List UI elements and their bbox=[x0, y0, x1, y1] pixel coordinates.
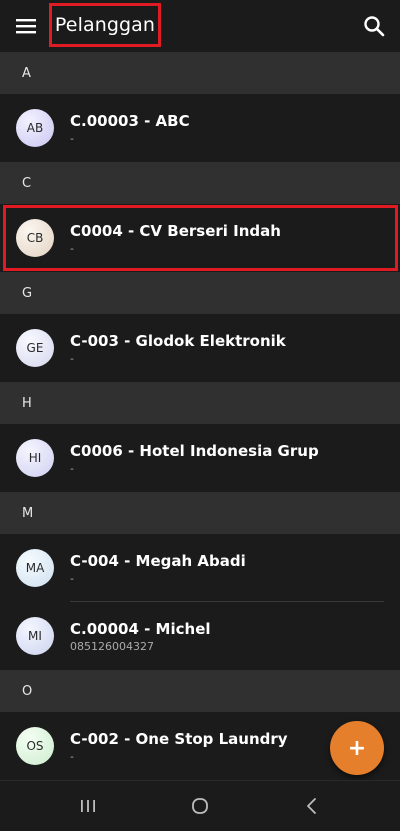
avatar: CB bbox=[16, 219, 54, 257]
hamburger-menu-icon[interactable] bbox=[12, 12, 40, 40]
section-header-o: O bbox=[0, 670, 400, 712]
list-item-text: C0004 - CV Berseri Indah - bbox=[70, 222, 281, 255]
avatar-initials: MI bbox=[28, 629, 42, 643]
list-item-text: C0006 - Hotel Indonesia Grup - bbox=[70, 442, 319, 475]
avatar: AB bbox=[16, 109, 54, 147]
list-item[interactable]: MI C.00004 - Michel 085126004327 bbox=[0, 602, 400, 670]
avatar: HI bbox=[16, 439, 54, 477]
avatar: MI bbox=[16, 617, 54, 655]
section-header-g: G bbox=[0, 272, 400, 314]
section-header-c: C bbox=[0, 162, 400, 204]
customer-phone: 085126004327 bbox=[70, 639, 154, 653]
list-item[interactable]: MA C-004 - Megah Abadi - bbox=[0, 534, 400, 602]
avatar: MA bbox=[16, 549, 54, 587]
app-bar: Pelanggan bbox=[0, 0, 400, 52]
page-title: Pelanggan bbox=[54, 14, 156, 36]
section-header-h: H bbox=[0, 382, 400, 424]
avatar-initials: GE bbox=[26, 341, 44, 355]
avatar-initials: HI bbox=[28, 451, 42, 465]
avatar: GE bbox=[16, 329, 54, 367]
list-item-text: C.00004 - Michel 085126004327 bbox=[70, 620, 211, 653]
screen: Pelanggan A AB C.00003 - ABC - C CB C000… bbox=[0, 0, 400, 831]
back-icon[interactable] bbox=[297, 791, 327, 821]
list-item-text: C-004 - Megah Abadi - bbox=[70, 552, 246, 585]
customer-name: C0006 - Hotel Indonesia Grup bbox=[70, 441, 319, 460]
avatar: OS bbox=[16, 727, 54, 765]
customer-name: C.00004 - Michel bbox=[70, 619, 211, 638]
avatar-initials: OS bbox=[26, 739, 44, 753]
customer-name: C0004 - CV Berseri Indah bbox=[70, 221, 281, 240]
system-nav-bar bbox=[0, 780, 400, 831]
customer-phone: - bbox=[70, 241, 74, 255]
customer-phone: - bbox=[70, 351, 74, 365]
recent-apps-icon[interactable] bbox=[73, 791, 103, 821]
customer-list: A AB C.00003 - ABC - C CB C0004 - CV Ber… bbox=[0, 52, 400, 780]
customer-phone: - bbox=[70, 461, 74, 475]
list-item-text: C-002 - One Stop Laundry - bbox=[70, 730, 288, 763]
page-title-highlight: Pelanggan bbox=[49, 3, 161, 47]
customer-phone: - bbox=[70, 749, 74, 763]
avatar-initials: AB bbox=[26, 121, 44, 135]
search-icon[interactable] bbox=[358, 10, 390, 42]
customer-name: C-002 - One Stop Laundry bbox=[70, 729, 288, 748]
section-header-a: A bbox=[0, 52, 400, 94]
list-item[interactable]: HI C0006 - Hotel Indonesia Grup - bbox=[0, 424, 400, 492]
customer-phone: - bbox=[70, 571, 74, 585]
list-item[interactable]: AB C.00003 - ABC - bbox=[0, 94, 400, 162]
customer-phone: - bbox=[70, 131, 74, 145]
list-item[interactable]: CB C0004 - CV Berseri Indah - bbox=[0, 204, 400, 272]
avatar-initials: MA bbox=[25, 561, 45, 575]
customer-name: C.00003 - ABC bbox=[70, 111, 190, 130]
home-icon[interactable] bbox=[185, 791, 215, 821]
list-item-text: C.00003 - ABC - bbox=[70, 112, 190, 145]
customer-name: C-004 - Megah Abadi bbox=[70, 551, 246, 570]
avatar-initials: CB bbox=[26, 231, 44, 245]
customer-name: C-003 - Glodok Elektronik bbox=[70, 331, 286, 350]
add-customer-button[interactable]: + bbox=[330, 721, 384, 775]
list-item-text: C-003 - Glodok Elektronik - bbox=[70, 332, 286, 365]
plus-icon: + bbox=[347, 735, 367, 761]
list-item[interactable]: GE C-003 - Glodok Elektronik - bbox=[0, 314, 400, 382]
section-header-m: M bbox=[0, 492, 400, 534]
